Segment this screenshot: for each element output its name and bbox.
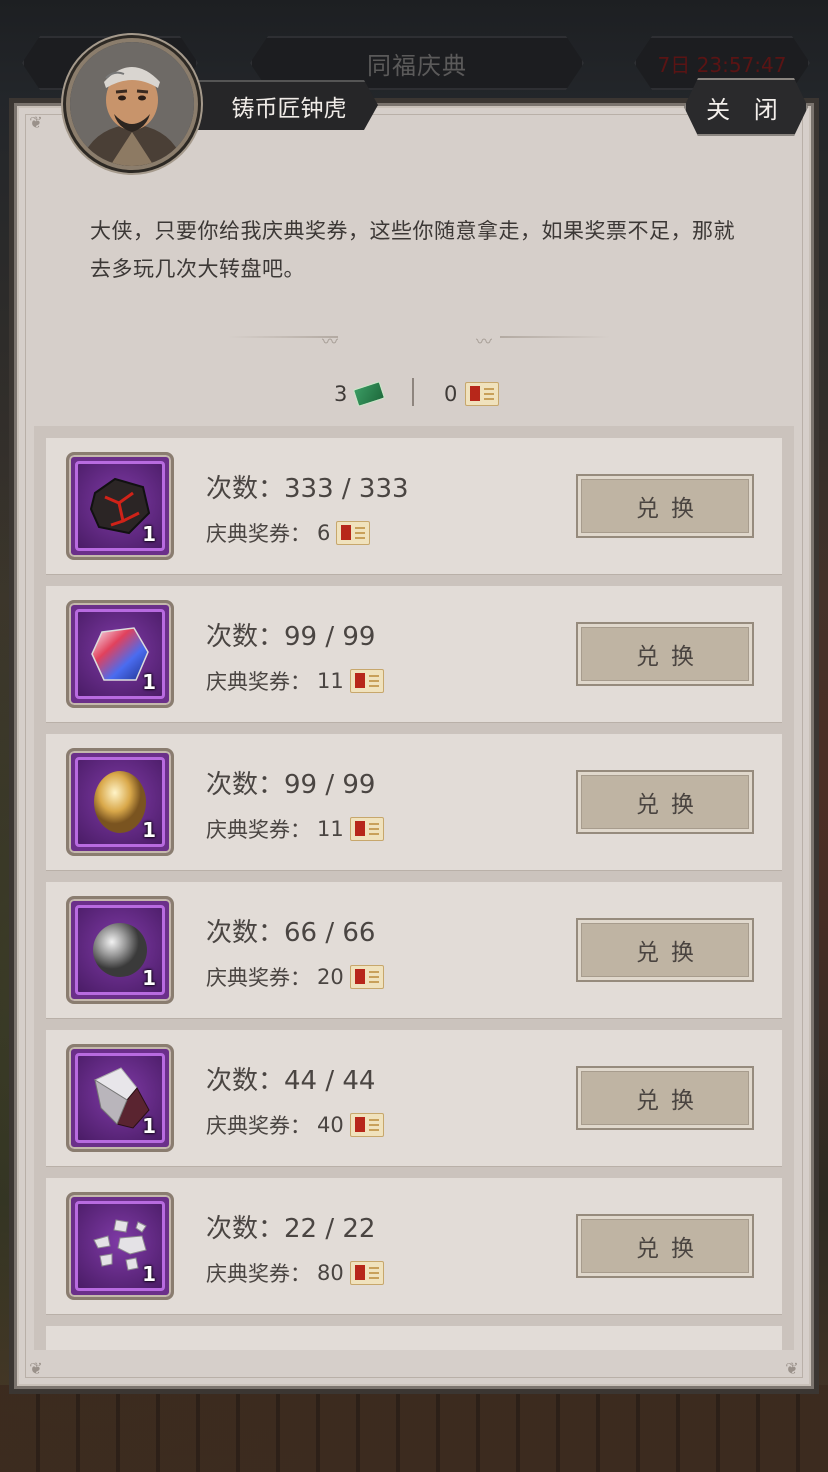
- list-item: [46, 1326, 782, 1350]
- price-value: 11: [317, 817, 344, 841]
- price-value: 80: [317, 1261, 344, 1285]
- item-quantity: 1: [142, 670, 156, 694]
- list-item: 1 次数：66 / 66 庆典奖券： 20 兑换: [46, 882, 782, 1018]
- exchange-button[interactable]: 兑换: [576, 770, 754, 834]
- ticket-price: 庆典奖券： 80: [206, 1258, 384, 1288]
- npc-dialog-text: 大侠，只要你给我庆典奖券，这些你随意拿走，如果奖票不足，那就去多玩几次大转盘吧。: [90, 219, 735, 281]
- exchange-button[interactable]: 兑换: [576, 474, 754, 538]
- list-item: 1 次数：333 / 333 庆典奖券： 6 兑换: [46, 438, 782, 574]
- price-value: 6: [317, 521, 331, 545]
- ticket-price: 庆典奖券： 11: [206, 666, 384, 696]
- exchange-count: 次数：333 / 333: [206, 474, 409, 504]
- event-title: 同福庆典: [367, 51, 467, 80]
- item-slot[interactable]: 1: [66, 600, 174, 708]
- price-label: 庆典奖券：: [206, 1114, 311, 1138]
- corner-ornament: ❦: [29, 1359, 43, 1378]
- price-value: 20: [317, 965, 344, 989]
- item-slot[interactable]: 1: [66, 452, 174, 560]
- divider-ornament: 〰: [476, 332, 493, 351]
- list-item: 1 次数：22 / 22 庆典奖券： 80 兑换: [46, 1178, 782, 1314]
- ticket-price: 庆典奖券： 6: [206, 518, 371, 548]
- currency-separator: [412, 378, 414, 406]
- divider-line: [500, 336, 610, 338]
- item-quantity: 1: [142, 1114, 156, 1138]
- list-item: 1 次数：99 / 99 庆典奖券： 11 兑换: [46, 586, 782, 722]
- npc-name-plate: 铸币匠钟虎: [182, 80, 378, 130]
- celebration-ticket-icon: [349, 1113, 384, 1137]
- price-label: 庆典奖券：: [206, 966, 311, 990]
- price-label: 庆典奖券：: [206, 670, 311, 694]
- item-quantity: 1: [142, 522, 156, 546]
- exchange-count: 次数：66 / 66: [206, 918, 376, 948]
- item-quantity: 1: [142, 966, 156, 990]
- exchange-list[interactable]: 1 次数：333 / 333 庆典奖券： 6 兑换 1 次数：99 / 99 庆典…: [34, 426, 794, 1350]
- item-slot[interactable]: 1: [66, 1044, 174, 1152]
- price-label: 庆典奖券：: [206, 522, 311, 546]
- jade-token-balance: 3: [334, 378, 386, 410]
- item-quantity: 1: [142, 818, 156, 842]
- ticket-balance: 0: [444, 378, 500, 410]
- price-value: 11: [317, 669, 344, 693]
- ticket-amount: 0: [444, 382, 458, 406]
- item-slot[interactable]: 1: [66, 896, 174, 1004]
- item-quantity: 1: [142, 1262, 156, 1286]
- exchange-count: 次数：22 / 22: [206, 1214, 376, 1244]
- celebration-ticket-icon: [349, 817, 384, 841]
- ticket-price: 庆典奖券： 20: [206, 962, 384, 992]
- celebration-ticket-icon: [349, 669, 384, 693]
- npc-avatar: [66, 38, 198, 170]
- exchange-button[interactable]: 兑换: [576, 918, 754, 982]
- celebration-ticket-icon: [465, 382, 500, 406]
- exchange-button[interactable]: 兑换: [576, 1066, 754, 1130]
- exchange-button[interactable]: 兑换: [576, 1214, 754, 1278]
- npc-name: 铸币匠钟虎: [231, 96, 347, 122]
- item-slot[interactable]: 1: [66, 748, 174, 856]
- price-value: 40: [317, 1113, 344, 1137]
- celebration-ticket-icon: [349, 965, 384, 989]
- background-floor: [0, 1385, 828, 1472]
- exchange-count: 次数：99 / 99: [206, 622, 376, 652]
- close-button[interactable]: 关 闭: [684, 78, 808, 136]
- list-item: 1 次数：99 / 99 庆典奖券： 11 兑换: [46, 734, 782, 870]
- exchange-count: 次数：44 / 44: [206, 1066, 376, 1096]
- corner-ornament: ❦: [785, 1359, 799, 1378]
- list-item: 1 次数：44 / 44 庆典奖券： 40 兑换: [46, 1030, 782, 1166]
- ticket-price: 庆典奖券： 11: [206, 814, 384, 844]
- event-timer: 7日 23:57:47: [657, 52, 787, 77]
- celebration-ticket-icon: [336, 521, 371, 545]
- jade-token-icon: [353, 381, 386, 407]
- jade-token-amount: 3: [334, 382, 348, 406]
- celebration-ticket-icon: [349, 1261, 384, 1285]
- exchange-button[interactable]: 兑换: [576, 622, 754, 686]
- iron-ball-icon: [93, 923, 147, 977]
- price-label: 庆典奖券：: [206, 1262, 311, 1286]
- price-label: 庆典奖券：: [206, 818, 311, 842]
- exchange-count: 次数：99 / 99: [206, 770, 376, 800]
- golden-stone-icon: [94, 771, 146, 833]
- item-slot[interactable]: 1: [66, 1192, 174, 1300]
- npc-portrait-icon: [70, 42, 194, 166]
- corner-ornament: ❦: [29, 113, 43, 132]
- ticket-price: 庆典奖券： 40: [206, 1110, 384, 1140]
- divider-ornament: 〰: [322, 332, 339, 351]
